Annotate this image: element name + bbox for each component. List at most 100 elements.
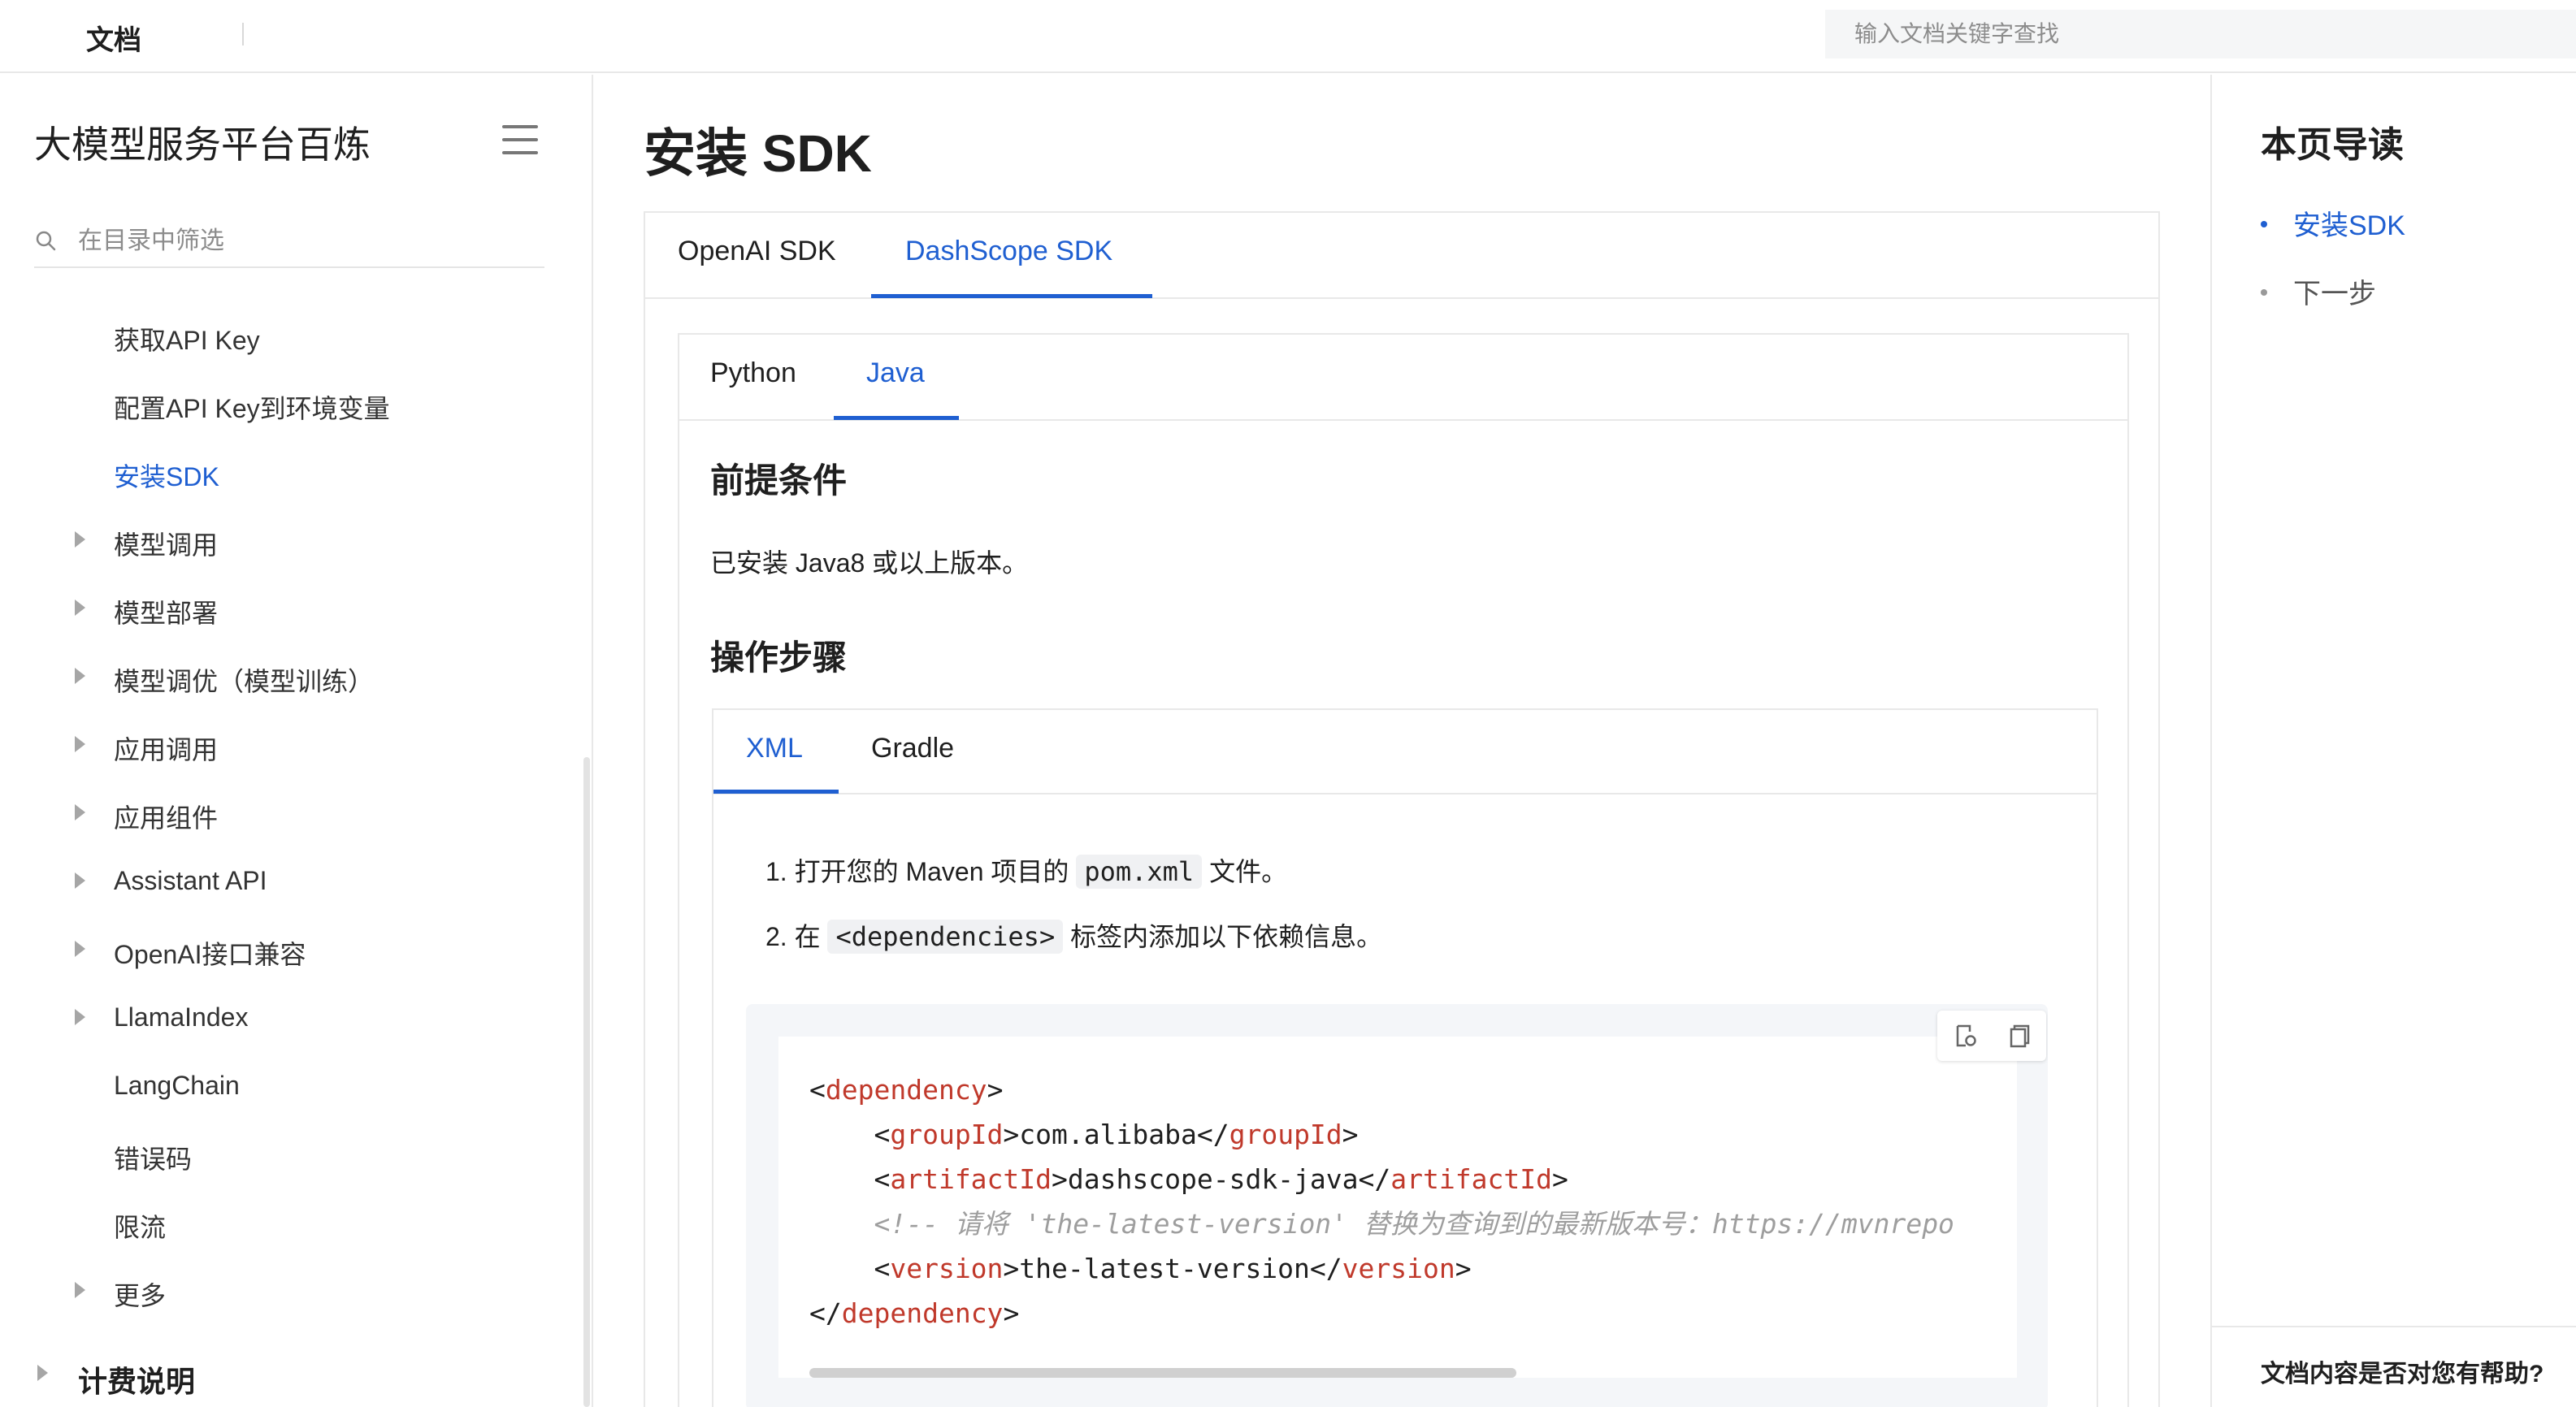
caret-right-icon xyxy=(75,668,85,684)
step-2-code: <dependencies> xyxy=(827,920,1064,954)
sidebar-item-install-sdk[interactable]: 安装SDK xyxy=(0,450,569,499)
sidebar-item-langchain[interactable]: LangChain xyxy=(0,1064,569,1113)
sidebar-item-more[interactable]: 更多 xyxy=(0,1269,569,1318)
menu-line xyxy=(502,125,538,128)
menu-line xyxy=(502,151,538,154)
code-value: dashscope-sdk-java xyxy=(1067,1163,1359,1195)
code-tag: artifactId xyxy=(1390,1163,1552,1195)
tab-dashscope-sdk[interactable]: DashScope SDK xyxy=(905,236,1112,267)
sidebar-item-config-api-key[interactable]: 配置API Key到环境变量 xyxy=(0,382,569,431)
caret-right-icon xyxy=(75,804,85,820)
sidebar-item-openai-compat[interactable]: OpenAI接口兼容 xyxy=(0,928,569,976)
code-tag: version xyxy=(890,1253,1004,1284)
tab-python[interactable]: Python xyxy=(710,357,796,389)
code-comment: <!-- 请将 'the-latest-version' 替换为查询到的最新版本… xyxy=(874,1208,1954,1240)
sidebar-item-label: 获取API Key xyxy=(114,326,260,355)
copy-icon[interactable] xyxy=(2004,1022,2032,1050)
sidebar-item-label: OpenAI接口兼容 xyxy=(114,940,306,969)
sidebar-item-billing[interactable]: 计费说明 xyxy=(0,1352,569,1401)
code-viewport[interactable]: <dependency> <groupId>com.alibaba</group… xyxy=(778,1037,2017,1378)
caret-right-icon xyxy=(75,872,85,889)
sidebar-item-label: LlamaIndex xyxy=(114,1002,249,1032)
sidebar-item-model-deploy[interactable]: 模型部署 xyxy=(0,587,569,635)
caret-right-icon xyxy=(75,1009,85,1025)
sidebar-item-label: 配置API Key到环境变量 xyxy=(114,394,390,423)
code-tag: groupId xyxy=(1229,1119,1342,1150)
sidebar-filter-input[interactable] xyxy=(78,221,533,262)
code-tag: groupId xyxy=(890,1119,1004,1150)
active-tab-indicator xyxy=(713,790,839,794)
sdk-tabs-container: OpenAI SDK DashScope SDK Python Java 前提条… xyxy=(644,211,2160,1407)
sidebar-item-label: 应用调用 xyxy=(114,735,219,764)
caret-right-icon xyxy=(75,600,85,616)
step-1-code: pom.xml xyxy=(1076,855,1203,889)
code-actions xyxy=(1937,1011,2046,1061)
sidebar-item-error-codes[interactable]: 错误码 xyxy=(0,1132,569,1181)
step-1: 1. 打开您的 Maven 项目的 pom.xml 文件。 xyxy=(765,851,1287,889)
sidebar-scrollbar[interactable] xyxy=(583,757,590,1407)
page-toc: 本页导读 安装SDK 下一步 文档内容是否对您有帮助? xyxy=(2210,75,2576,1407)
sidebar-item-rate-limit[interactable]: 限流 xyxy=(0,1201,569,1249)
sidebar-item-assistant-api[interactable]: Assistant API xyxy=(0,859,569,908)
prereq-heading: 前提条件 xyxy=(710,461,848,500)
toc-item-next-step[interactable]: 下一步 xyxy=(2261,271,2376,311)
tab-xml[interactable]: XML xyxy=(746,733,803,764)
language-tabs-container: Python Java 前提条件 已安装 Java8 或以上版本。 操作步骤 X… xyxy=(678,333,2129,1407)
sidebar-item-label: LangChain xyxy=(114,1071,240,1100)
sidebar: 大模型服务平台百炼 获取API Key 配置API Key到环境变量 安装SDK… xyxy=(0,75,593,1407)
prereq-text: 已安装 Java8 或以上版本。 xyxy=(710,548,1029,578)
tab-gradle[interactable]: Gradle xyxy=(871,733,954,764)
sidebar-item-get-api-key[interactable]: 获取API Key xyxy=(0,314,569,362)
brand-title[interactable]: 文档 xyxy=(86,18,141,58)
sidebar-filter xyxy=(34,218,544,268)
tab-java[interactable]: Java xyxy=(866,357,925,389)
sidebar-item-llamaindex[interactable]: LlamaIndex xyxy=(0,996,569,1045)
hamburger-menu-icon[interactable] xyxy=(502,125,538,154)
steps-heading: 操作步骤 xyxy=(710,639,848,677)
code-tag: artifactId xyxy=(890,1163,1052,1195)
sidebar-title: 大模型服务平台百炼 xyxy=(34,123,371,166)
code-tag: version xyxy=(1342,1253,1455,1284)
step-2-suffix: 标签内添加以下依赖信息。 xyxy=(1070,922,1383,951)
top-header: 文档 xyxy=(0,0,2576,73)
step-2: 2. 在 <dependencies> 标签内添加以下依赖信息。 xyxy=(765,916,1382,954)
code-tag: dependency xyxy=(841,1297,1004,1329)
sdk-tabbar: OpenAI SDK DashScope SDK xyxy=(645,213,2158,299)
toc-item-label: 下一步 xyxy=(2293,279,2376,310)
toc-title: 本页导读 xyxy=(2261,125,2404,165)
sidebar-item-label: 错误码 xyxy=(114,1145,193,1174)
caret-right-icon xyxy=(37,1365,48,1381)
caret-right-icon xyxy=(75,941,85,957)
caret-right-icon xyxy=(75,531,85,548)
sidebar-item-label: 模型部署 xyxy=(114,599,219,628)
active-tab-indicator xyxy=(834,416,959,420)
wrap-toggle-icon[interactable] xyxy=(1952,1022,1980,1050)
code-value: the-latest-version xyxy=(1019,1253,1310,1284)
sidebar-item-model-invoke[interactable]: 模型调用 xyxy=(0,518,569,567)
sidebar-item-label: 计费说明 xyxy=(78,1365,196,1398)
bullet-icon xyxy=(2261,289,2267,297)
code-tag: dependency xyxy=(825,1074,987,1106)
build-tool-tabs-container: XML Gradle 1. 打开您的 Maven 项目的 pom.xml 文件。… xyxy=(712,708,2098,1407)
sidebar-item-model-tuning[interactable]: 模型调优（模型训练） xyxy=(0,655,569,704)
sidebar-item-label: 限流 xyxy=(114,1213,167,1242)
sidebar-item-app-components[interactable]: 应用组件 xyxy=(0,791,569,840)
build-tool-tabbar: XML Gradle xyxy=(713,710,2097,794)
sidebar-item-label: 模型调用 xyxy=(114,530,219,560)
code-content: <dependency> <groupId>com.alibaba</group… xyxy=(809,1074,1954,1329)
code-punct: < xyxy=(809,1074,826,1106)
toc-item-install-sdk[interactable]: 安装SDK xyxy=(2261,203,2405,243)
caret-right-icon xyxy=(75,1282,85,1298)
sidebar-item-label: Assistant API xyxy=(114,866,267,895)
doc-search-input[interactable] xyxy=(1825,10,2576,58)
step-1-prefix: 1. 打开您的 Maven 项目的 xyxy=(765,857,1069,886)
tab-openai-sdk[interactable]: OpenAI SDK xyxy=(678,236,836,267)
step-1-suffix: 文件。 xyxy=(1209,857,1288,886)
feedback-question: 文档内容是否对您有帮助? xyxy=(2261,1361,2544,1388)
sidebar-item-label: 模型调优（模型训练） xyxy=(114,667,375,696)
code-horizontal-scrollbar[interactable] xyxy=(809,1368,1516,1378)
search-icon xyxy=(36,231,56,251)
toc-item-label: 安装SDK xyxy=(2293,210,2405,241)
language-tabbar: Python Java xyxy=(679,335,2127,421)
sidebar-item-app-invoke[interactable]: 应用调用 xyxy=(0,723,569,772)
